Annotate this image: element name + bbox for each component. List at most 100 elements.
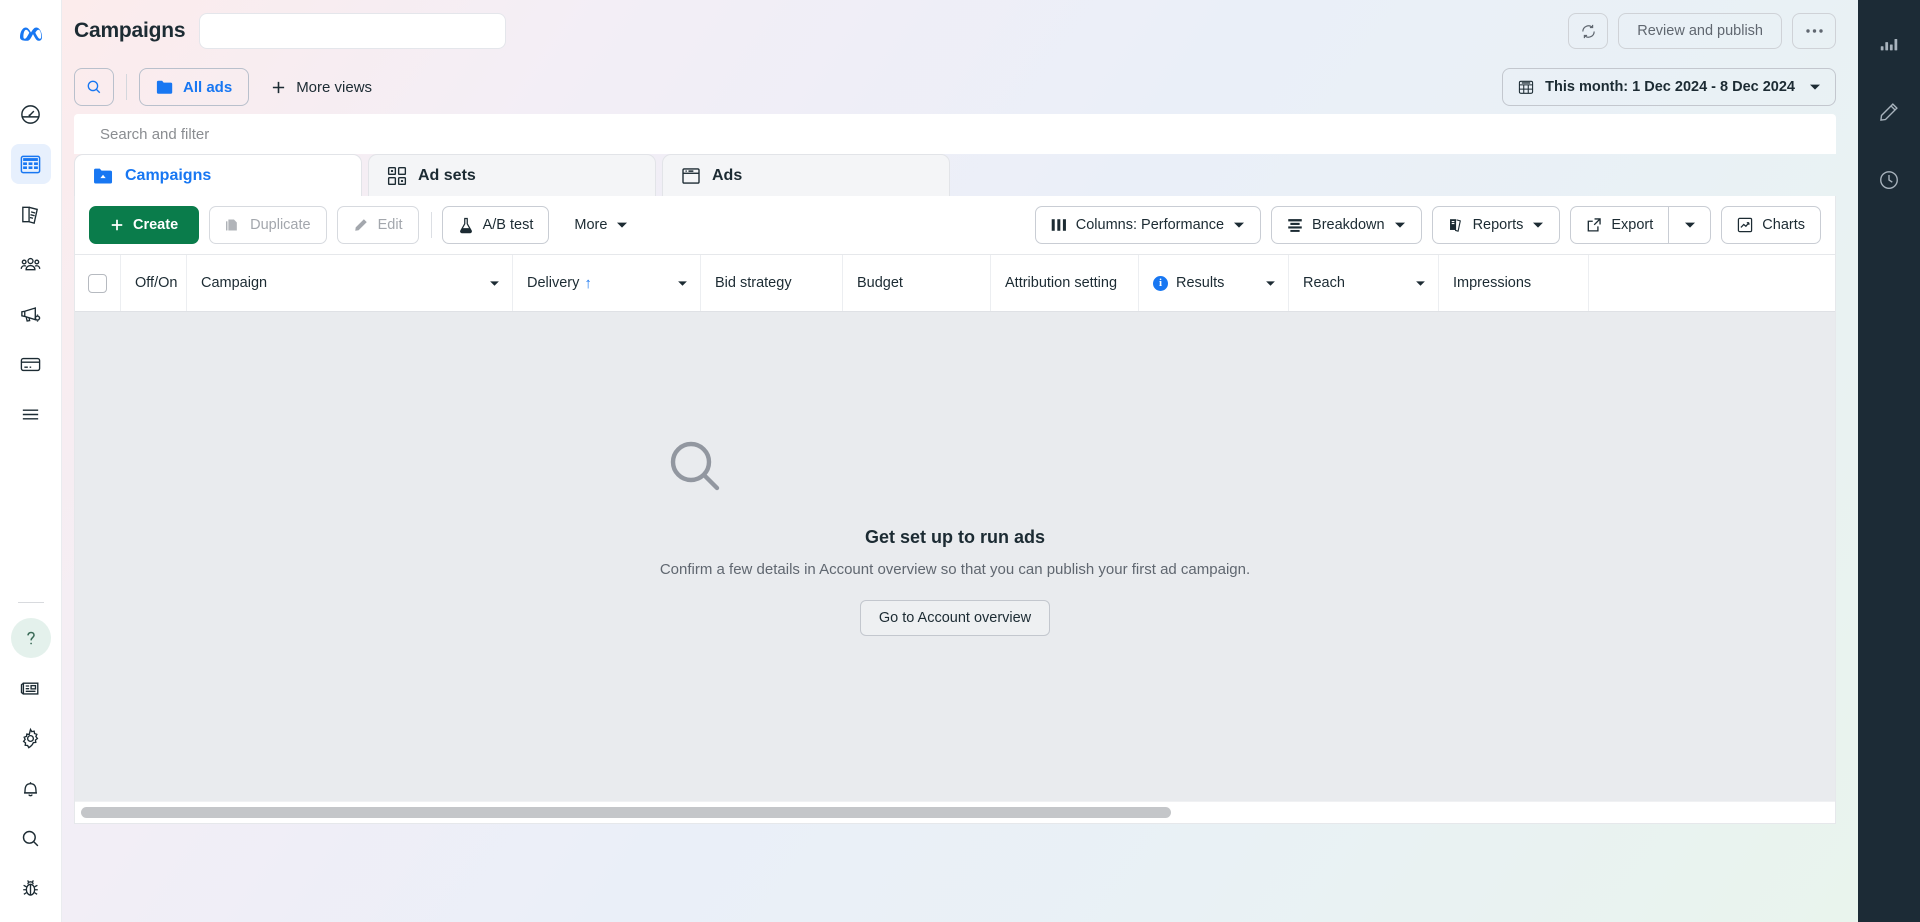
columns-button[interactable]: Columns: Performance <box>1034 206 1262 244</box>
page-title: Campaigns <box>74 19 186 42</box>
refresh-button[interactable] <box>1568 13 1609 49</box>
column-header-budget[interactable]: Budget <box>843 255 991 311</box>
table-header-row: Off/On Campaign Delivery ↑ Bid strategy … <box>75 254 1835 312</box>
more-options-button[interactable] <box>1792 13 1836 49</box>
all-ads-view-button[interactable]: All ads <box>139 68 250 106</box>
folder-icon <box>156 79 174 95</box>
more-views-button[interactable]: More views <box>259 68 384 106</box>
export-dropdown-caret[interactable] <box>1669 206 1712 244</box>
info-icon[interactable]: i <box>1153 275 1168 291</box>
review-and-publish-button[interactable]: Review and publish <box>1618 13 1782 49</box>
date-range-picker[interactable]: This month: 1 Dec 2024 - 8 Dec 2024 <box>1502 68 1836 106</box>
chevron-down-icon[interactable] <box>1415 280 1426 287</box>
table-body-empty-state: Get set up to run ads Confirm a few deta… <box>75 312 1835 801</box>
chevron-down-icon[interactable] <box>489 280 500 287</box>
column-header-reach[interactable]: Reach <box>1289 255 1439 311</box>
columns-icon <box>1051 218 1067 232</box>
ad-sets-grid-icon <box>387 166 407 186</box>
reports-icon <box>1448 217 1464 233</box>
export-label: Export <box>1611 217 1654 233</box>
hamburger-icon <box>19 403 42 426</box>
sidebar-item-account-overview[interactable] <box>11 94 51 134</box>
chevron-down-icon[interactable] <box>677 280 688 287</box>
horizontal-scrollbar-thumb[interactable] <box>81 807 1171 818</box>
meta-logo[interactable] <box>16 18 46 48</box>
chevron-down-icon[interactable] <box>1265 280 1276 287</box>
sidebar-item-audiences[interactable] <box>11 244 51 284</box>
search-icon <box>85 78 103 96</box>
tab-ads-label: Ads <box>712 166 743 184</box>
column-header-bid-strategy[interactable]: Bid strategy <box>701 255 843 311</box>
news-card-icon <box>19 677 42 700</box>
horizontal-scrollbar-track[interactable] <box>75 801 1835 823</box>
right-rail-item-analytics[interactable] <box>1869 24 1909 64</box>
tab-campaigns[interactable]: Campaigns <box>74 154 362 196</box>
sidebar-item-payments[interactable] <box>11 344 51 384</box>
pencil-icon <box>1878 101 1900 123</box>
ellipsis-icon <box>1805 28 1824 34</box>
sidebar-item-ads-reporting[interactable] <box>11 294 51 334</box>
sidebar-item-notifications[interactable] <box>11 768 51 808</box>
ab-test-button[interactable]: A/B test <box>441 206 550 244</box>
chevron-down-icon <box>1394 221 1406 229</box>
tab-ads[interactable]: Ads <box>662 154 950 196</box>
search-and-filter-bar[interactable]: Search and filter <box>74 114 1836 154</box>
all-ads-label: All ads <box>183 78 233 96</box>
magnifier-icon <box>660 433 1250 505</box>
more-label: More <box>574 217 608 233</box>
bug-icon <box>19 877 42 900</box>
duplicate-icon <box>225 217 241 233</box>
sidebar-item-all-tools[interactable] <box>11 394 51 434</box>
sidebar-item-campaigns[interactable] <box>10 144 51 184</box>
chevron-down-icon <box>1233 221 1245 229</box>
refresh-icon <box>1580 23 1597 40</box>
create-button[interactable]: Create <box>89 206 200 244</box>
sidebar-item-news[interactable] <box>11 668 51 708</box>
search-icon <box>19 827 42 850</box>
sidebar-item-search[interactable] <box>11 818 51 858</box>
megaphone-icon <box>19 303 42 326</box>
column-header-campaign[interactable]: Campaign <box>187 255 513 311</box>
views-search-button[interactable] <box>74 68 114 106</box>
column-label-campaign: Campaign <box>201 275 268 291</box>
sidebar-item-bug-report[interactable] <box>11 868 51 908</box>
sidebar-item-help[interactable] <box>10 618 51 658</box>
sidebar-item-settings[interactable] <box>11 718 51 758</box>
sidebar-item-billing[interactable] <box>11 194 51 234</box>
charts-button[interactable]: Charts <box>1721 206 1821 244</box>
table-toolbar: Create Duplicate Edit A/B test More Colu… <box>75 196 1835 254</box>
column-header-impressions[interactable]: Impressions <box>1439 255 1589 311</box>
views-separator <box>126 74 127 100</box>
go-to-account-overview-button[interactable]: Go to Account overview <box>859 600 1051 636</box>
column-header-offon[interactable]: Off/On <box>121 255 187 311</box>
campaigns-table-card: Create Duplicate Edit A/B test More Colu… <box>74 196 1836 824</box>
more-actions-button[interactable]: More <box>559 206 644 244</box>
charts-label: Charts <box>1762 217 1805 233</box>
entity-tabs: Campaigns Ad sets Ads <box>74 154 1836 196</box>
ads-manager-window: Campaigns Review and publish All ads Mor… <box>0 0 1920 922</box>
select-all-checkbox[interactable] <box>88 273 107 293</box>
create-label: Create <box>133 217 179 233</box>
page-header: Campaigns Review and publish <box>62 0 1858 62</box>
empty-state-title: Get set up to run ads <box>864 527 1045 547</box>
right-rail-item-history[interactable] <box>1869 160 1909 200</box>
column-header-delivery[interactable]: Delivery ↑ <box>513 255 701 311</box>
column-label-reach: Reach <box>1303 275 1345 291</box>
flask-icon <box>458 217 474 234</box>
reports-label: Reports <box>1472 217 1524 233</box>
duplicate-button[interactable]: Duplicate <box>209 206 327 244</box>
column-label-budget: Budget <box>857 275 903 291</box>
tab-ad-sets[interactable]: Ad sets <box>368 154 656 196</box>
column-header-attribution-setting[interactable]: Attribution setting <box>991 255 1139 311</box>
sidebar-divider <box>17 602 44 603</box>
chart-icon <box>1737 217 1753 233</box>
edit-button[interactable]: Edit <box>336 206 419 244</box>
reports-button[interactable]: Reports <box>1431 206 1561 244</box>
plus-icon <box>271 80 286 95</box>
breakdown-button[interactable]: Breakdown <box>1271 206 1422 244</box>
account-selector-field[interactable] <box>199 13 507 49</box>
export-button[interactable]: Export <box>1570 206 1670 244</box>
right-rail-item-edit[interactable] <box>1869 92 1909 132</box>
campaigns-folder-icon <box>93 167 114 185</box>
column-header-results[interactable]: i Results <box>1139 255 1289 311</box>
